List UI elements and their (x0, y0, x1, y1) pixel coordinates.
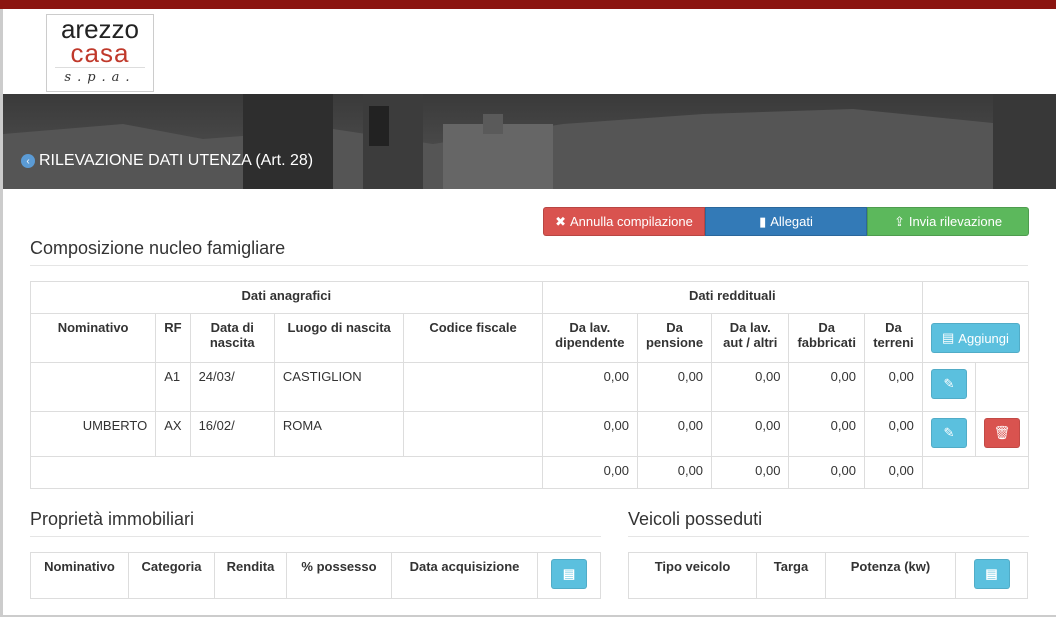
vehicles-section-title: Veicoli posseduti (628, 509, 1029, 537)
cell-delete-empty (974, 362, 1030, 412)
delete-button[interactable]: 🗑 (983, 418, 1020, 448)
cell-edit: ✎ (921, 411, 976, 457)
cell-pension-income: 0,00 (636, 362, 713, 412)
send-icon: ⇪ (893, 213, 905, 229)
add-member-button[interactable]: ▤ Aggiungi (931, 323, 1020, 353)
table-row: A1 24/03/ CASTIGLION 0,00 0,00 0,00 0,00… (29, 362, 1030, 412)
send-survey-label: Invia rilevazione (908, 214, 1003, 229)
cell-name: UMBERTO (29, 411, 157, 457)
total-employee-income: 0,00 (541, 456, 638, 489)
cell-birth-place: CASTIGLION (273, 362, 405, 412)
col-actions: ▤ (955, 552, 1028, 599)
household-section-title: Composizione nucleo famigliare (30, 238, 1028, 266)
cell-edit: ✎ (921, 362, 976, 412)
col-birth-date: Data di nascita (189, 313, 275, 363)
attachments-label: Allegati (770, 214, 813, 229)
trash-icon: 🗑 (993, 425, 1011, 440)
cell-pension-income: 0,00 (636, 411, 713, 457)
total-pension-income: 0,00 (636, 456, 713, 489)
cell-birth-date: 24/03/ (189, 362, 275, 412)
logo-line-3: s.p.a. (55, 67, 145, 85)
cell-self-employed-income: 0,00 (711, 362, 790, 412)
total-land-income: 0,00 (863, 456, 923, 489)
cell-self-employed-income: 0,00 (711, 411, 790, 457)
col-name: Nominativo (29, 313, 157, 363)
cell-land-income: 0,00 (863, 362, 923, 412)
attachments-button[interactable]: ▮ Allegati (705, 207, 867, 236)
file-icon: ▤ (562, 566, 576, 581)
pencil-icon: ✎ (943, 376, 955, 391)
cell-buildings-income: 0,00 (788, 362, 865, 412)
group-header-empty (921, 281, 1030, 314)
arezzo-casa-logo[interactable]: arezzo casa s.p.a. (46, 14, 154, 92)
col-pension-income: Da pensione (636, 313, 713, 363)
col-income: Rendita (214, 552, 287, 599)
col-actions: ▤ (537, 552, 601, 599)
cell-buildings-income: 0,00 (788, 411, 865, 457)
totals-actions-empty (921, 456, 1030, 489)
vehicles-table: Tipo veicolo Targa Potenza (kw) ▤ (628, 552, 1028, 599)
totals-row: 0,00 0,00 0,00 0,00 0,00 (30, 456, 1030, 489)
total-self-employed-income: 0,00 (711, 456, 790, 489)
col-power: Potenza (kw) (825, 552, 956, 599)
edit-button[interactable]: ✎ (930, 369, 967, 399)
header-banner: ‹ RILEVAZIONE DATI UTENZA (Art. 28) (3, 94, 1056, 189)
cancel-compilation-button[interactable]: ✖ Annulla compilazione (543, 207, 705, 236)
book-icon: ▮ (759, 213, 767, 229)
cell-tax-code (403, 411, 543, 457)
pencil-icon: ✎ (943, 425, 955, 440)
page-title: ‹ RILEVAZIONE DATI UTENZA (Art. 28) (21, 152, 313, 170)
cell-birth-place: ROMA (273, 411, 405, 457)
logo-line-2: casa (70, 38, 130, 68)
table-row: UMBERTO AX 16/02/ ROMA 0,00 0,00 0,00 0,… (29, 411, 1030, 457)
total-buildings-income: 0,00 (788, 456, 865, 489)
col-ownership: % possesso (286, 552, 392, 599)
top-bar (0, 0, 1056, 9)
cell-tax-code (403, 362, 543, 412)
col-name: Nominativo (30, 552, 129, 599)
properties-section-title: Proprietà immobiliari (30, 509, 601, 537)
file-icon: ▤ (985, 566, 998, 581)
properties-table: Nominativo Categoria Rendita % possesso … (30, 552, 601, 599)
col-buildings-income: Da fabbricati (788, 313, 865, 363)
col-tax-code: Codice fiscale (403, 313, 543, 363)
times-icon: ✖ (555, 213, 567, 229)
add-vehicle-button[interactable]: ▤ (973, 559, 1010, 589)
col-category: Categoria (128, 552, 215, 599)
add-member-label: Aggiungi (958, 330, 1009, 346)
cell-name (29, 362, 157, 412)
page-title-text: RILEVAZIONE DATI UTENZA (Art. 28) (39, 152, 314, 169)
totals-label-empty (30, 456, 543, 489)
col-employee-income: Da lav. dipendente (541, 313, 638, 363)
send-survey-button[interactable]: ⇪ Invia rilevazione (867, 207, 1029, 236)
cell-rf: A1 (155, 362, 191, 412)
household-table: Dati anagrafici Dati reddituali Nominati… (29, 281, 1030, 489)
col-acquired: Data acquisizione (391, 552, 538, 599)
add-property-button[interactable]: ▤ (551, 559, 587, 589)
col-vehicle-type: Tipo veicolo (628, 552, 757, 599)
cell-birth-date: 16/02/ (189, 411, 275, 457)
cell-land-income: 0,00 (863, 411, 923, 457)
banner-landscape (3, 94, 1056, 189)
col-plate: Targa (756, 552, 826, 599)
cell-rf: AX (155, 411, 191, 457)
col-land-income: Da terreni (863, 313, 923, 363)
col-birth-place: Luogo di nascita (273, 313, 405, 363)
file-icon: ▤ (942, 330, 955, 345)
col-rf: RF (155, 313, 191, 363)
cell-employee-income: 0,00 (541, 362, 638, 412)
action-button-group: ✖ Annulla compilazione ▮ Allegati ⇪ Invi… (543, 207, 1029, 236)
edit-button[interactable]: ✎ (930, 418, 967, 448)
group-header-personal: Dati anagrafici (30, 281, 543, 314)
col-self-employed-income: Da lav. aut / altri (711, 313, 790, 363)
col-actions: ▤ Aggiungi (921, 313, 1030, 363)
cancel-compilation-label: Annulla compilazione (570, 214, 693, 229)
cell-delete: 🗑 (974, 411, 1030, 457)
chevron-left-circle-icon[interactable]: ‹ (21, 154, 35, 168)
group-header-income: Dati reddituali (541, 281, 923, 314)
cell-employee-income: 0,00 (541, 411, 638, 457)
